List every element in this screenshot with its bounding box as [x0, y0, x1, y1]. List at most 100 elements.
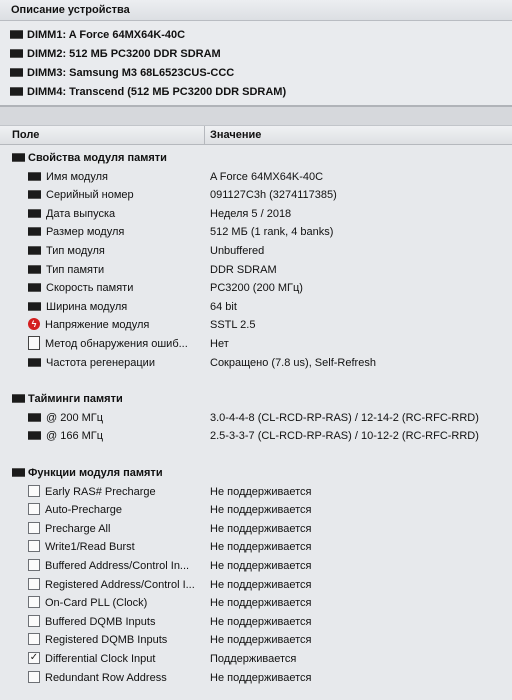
table-row[interactable]: Redundant Row Address Не поддерживается: [0, 669, 512, 687]
property-label: Buffered Address/Control In...: [45, 560, 190, 572]
memory-chip-icon: [10, 86, 23, 96]
property-label: Write1/Read Burst: [45, 541, 135, 553]
device-item-dimm3[interactable]: DIMM3: Samsung M3 68L6523CUS-CCC: [10, 64, 234, 82]
table-row[interactable]: ϟ Напряжение модуля SSTL 2.5: [0, 316, 512, 334]
table-row[interactable]: On-Card PLL (Clock) Не поддерживается: [0, 594, 512, 612]
property-label: Имя модуля: [46, 171, 108, 183]
checkbox-icon: [28, 540, 40, 553]
column-divider[interactable]: [204, 126, 205, 144]
device-item-dimm1[interactable]: DIMM1: A Force 64MX64K-40C: [10, 26, 185, 44]
property-value: Не поддерживается: [210, 504, 312, 516]
table-row[interactable]: @ 166 МГц 2.5-3-3-7 (CL-RCD-RP-RAS) / 10-…: [0, 427, 512, 445]
device-item-dimm2[interactable]: DIMM2: 512 МБ PC3200 DDR SDRAM: [10, 45, 221, 63]
memory-chip-icon: [28, 171, 41, 181]
checkbox-checked-icon: ✓: [28, 652, 40, 665]
property-value: Не поддерживается: [210, 616, 312, 628]
property-label: Auto-Precharge: [45, 504, 123, 516]
property-name: Registered DQMB Inputs: [28, 631, 204, 649]
section-header-module_props[interactable]: Свойства модуля памяти: [0, 149, 512, 167]
device-item-dimm4[interactable]: DIMM4: Transcend (512 МБ PC3200 DDR SDRA…: [10, 83, 286, 101]
section-header-features[interactable]: Функции модуля памяти: [0, 464, 512, 482]
table-row[interactable]: Buffered Address/Control In... Не поддерж…: [0, 557, 512, 575]
property-name: @ 200 МГц: [28, 409, 204, 427]
table-row[interactable]: Buffered DQMB Inputs Не поддерживается: [0, 613, 512, 631]
property-label: Напряжение модуля: [45, 319, 150, 331]
memory-chip-icon: [28, 189, 41, 199]
memory-chip-icon: [28, 208, 41, 218]
property-name: Buffered Address/Control In...: [28, 557, 204, 575]
property-label: Precharge All: [45, 523, 111, 535]
checkbox-icon: [28, 559, 40, 572]
property-value: SSTL 2.5: [210, 319, 256, 331]
property-value: Не поддерживается: [210, 541, 312, 553]
checkbox-icon: [28, 503, 40, 516]
property-name: Write1/Read Burst: [28, 538, 204, 556]
column-header-value[interactable]: Значение: [210, 129, 261, 141]
table-row[interactable]: Registered Address/Control I... Не поддер…: [0, 576, 512, 594]
memory-chip-icon: [28, 282, 41, 292]
table-header: Поле Значение: [0, 125, 512, 145]
table-row[interactable]: Серийный номер 091127C3h (3274117385): [0, 186, 512, 204]
table-row[interactable]: Размер модуля 512 МБ (1 rank, 4 banks): [0, 223, 512, 241]
memory-chip-icon: [28, 412, 41, 422]
property-name: Early RAS# Precharge: [28, 483, 204, 501]
section-title-text: Тайминги памяти: [28, 393, 123, 405]
device-list[interactable]: DIMM1: A Force 64MX64K-40C DIMM2: 512 МБ…: [0, 21, 512, 107]
property-label: Registered Address/Control I...: [45, 579, 195, 591]
memory-chip-icon: [12, 152, 25, 162]
checkbox-icon: [28, 671, 40, 684]
table-row[interactable]: Registered DQMB Inputs Не поддерживается: [0, 631, 512, 649]
section-title: Тайминги памяти: [12, 390, 123, 408]
property-name: On-Card PLL (Clock): [28, 594, 204, 612]
property-name: Redundant Row Address: [28, 669, 204, 687]
property-name: Ширина модуля: [28, 298, 204, 316]
property-name: Registered Address/Control I...: [28, 576, 204, 594]
table-row[interactable]: Дата выпуска Неделя 5 / 2018: [0, 205, 512, 223]
property-value: Не поддерживается: [210, 672, 312, 684]
table-row[interactable]: Тип памяти DDR SDRAM: [0, 261, 512, 279]
property-value: 512 МБ (1 rank, 4 banks): [210, 226, 334, 238]
table-row[interactable]: @ 200 МГц 3.0-4-4-8 (CL-RCD-RP-RAS) / 12-…: [0, 409, 512, 427]
memory-chip-icon: [10, 67, 23, 77]
property-name: Размер модуля: [28, 223, 204, 241]
checkbox-icon: [28, 633, 40, 646]
property-name: Частота регенерации: [28, 354, 204, 372]
table-row[interactable]: Имя модуля A Force 64MX64K-40C: [0, 168, 512, 186]
table-row[interactable]: ✓ Differential Clock Input Поддерживается: [0, 650, 512, 668]
table-row[interactable]: Метод обнаружения ошиб... Нет: [0, 335, 512, 353]
property-name: @ 166 МГц: [28, 427, 204, 445]
property-label: Тип модуля: [46, 245, 105, 257]
property-value: Не поддерживается: [210, 486, 312, 498]
table-row[interactable]: Precharge All Не поддерживается: [0, 520, 512, 538]
table-row[interactable]: Write1/Read Burst Не поддерживается: [0, 538, 512, 556]
memory-chip-icon: [10, 29, 23, 39]
memory-chip-icon: [12, 467, 25, 477]
property-label: On-Card PLL (Clock): [45, 597, 148, 609]
section-header-timings[interactable]: Тайминги памяти: [0, 390, 512, 408]
table-row[interactable]: Тип модуля Unbuffered: [0, 242, 512, 260]
section-title-text: Свойства модуля памяти: [28, 152, 167, 164]
property-label: Частота регенерации: [46, 357, 155, 369]
property-label: Early RAS# Precharge: [45, 486, 156, 498]
table-row[interactable]: Частота регенерации Сокращено (7.8 us), S…: [0, 354, 512, 372]
memory-chip-icon: [28, 357, 41, 367]
table-row[interactable]: Early RAS# Precharge Не поддерживается: [0, 483, 512, 501]
property-name: Серийный номер: [28, 186, 204, 204]
checkbox-icon: [28, 596, 40, 609]
table-row[interactable]: Ширина модуля 64 bit: [0, 298, 512, 316]
property-value: DDR SDRAM: [210, 264, 277, 276]
property-value: Не поддерживается: [210, 597, 312, 609]
column-header-field[interactable]: Поле: [12, 129, 39, 141]
checkbox-icon: [28, 522, 40, 535]
memory-chip-icon: [28, 301, 41, 311]
property-value: Поддерживается: [210, 653, 297, 665]
property-label: Тип памяти: [46, 264, 105, 276]
property-value: Не поддерживается: [210, 634, 312, 646]
property-name: ✓ Differential Clock Input: [28, 650, 204, 668]
table-row[interactable]: Auto-Precharge Не поддерживается: [0, 501, 512, 519]
table-row[interactable]: Скорость памяти PC3200 (200 МГц): [0, 279, 512, 297]
property-name: Тип памяти: [28, 261, 204, 279]
property-label: Серийный номер: [46, 189, 134, 201]
property-name: Дата выпуска: [28, 205, 204, 223]
property-label: Redundant Row Address: [45, 672, 167, 684]
